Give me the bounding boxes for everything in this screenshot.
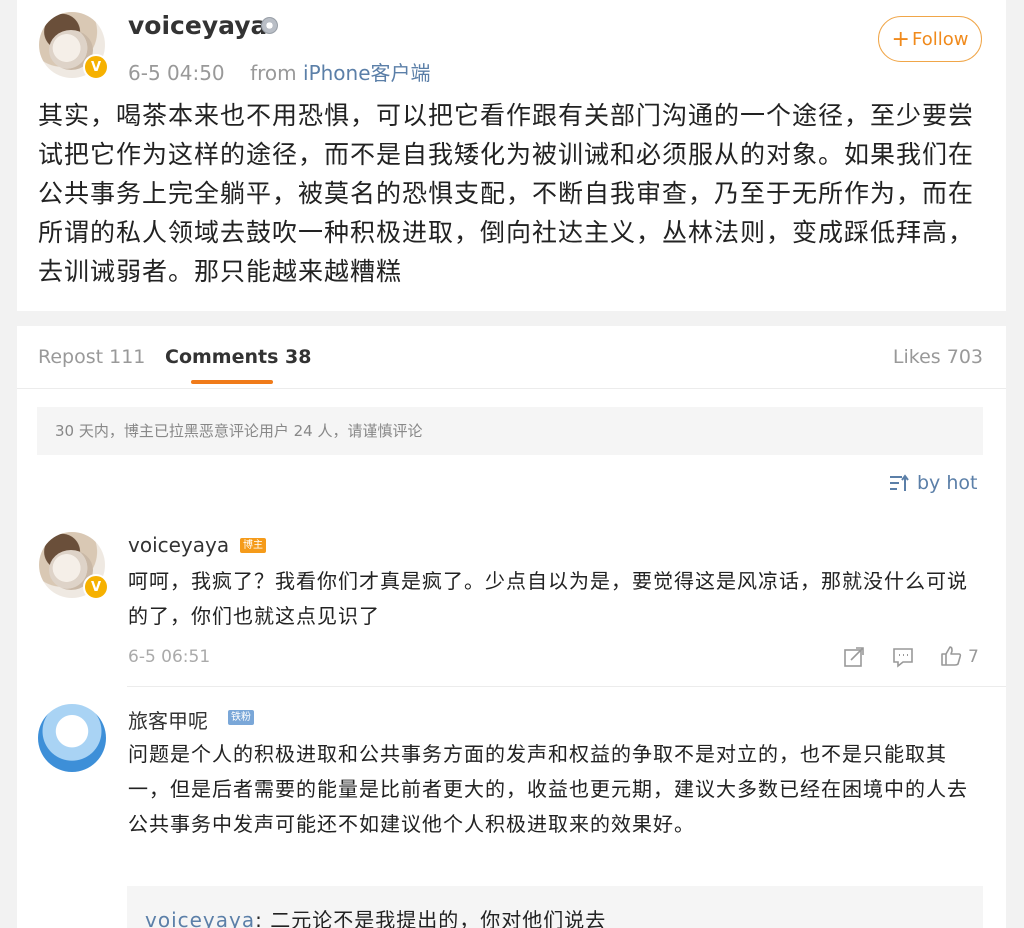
tab-comments[interactable]: Comments 38 (165, 346, 311, 368)
tabs-divider (17, 388, 1006, 389)
sort-icon (890, 474, 909, 491)
comment-text: 问题是个人的积极进取和公共事务方面的发声和权益的争取不是对立的，也不是只能取其一… (128, 742, 968, 836)
reply-username[interactable]: voiceyaya (145, 908, 255, 928)
reply-separator: : (255, 908, 271, 928)
author-avatar[interactable]: V (39, 12, 109, 80)
verified-badge-icon: V (83, 54, 109, 80)
follow-label: Follow (911, 28, 969, 50)
tab-repost[interactable]: Repost 111 (38, 346, 145, 368)
fan-tag: 铁粉 (228, 710, 254, 725)
from-label: from (250, 61, 297, 85)
comment-icon[interactable] (892, 646, 914, 668)
blocked-users-notice: 30 天内，博主已拉黑恶意评论用户 24 人，请谨慎评论 (37, 407, 983, 455)
plus-icon: + (891, 26, 910, 52)
blogger-tag: 博主 (240, 538, 266, 553)
post-body: 其实，喝茶本来也不用恐惧，可以把它看作跟有关部门沟通的一个途径，至少要尝试把它作… (38, 101, 975, 286)
medal-icon (261, 17, 278, 34)
commenter-avatar[interactable] (38, 704, 106, 772)
reply-text: voiceyaya: 二元论不是我提出的，你对他们说去 (145, 904, 606, 928)
author-name[interactable]: voiceyaya (128, 11, 267, 40)
commenter-name[interactable]: 旅客甲呢 (128, 705, 208, 734)
commenter-name[interactable]: voiceyaya (128, 533, 229, 557)
post-source[interactable]: iPhone客户端 (303, 61, 431, 85)
post-time: 6-5 04:50 (128, 61, 225, 85)
comment-divider (127, 686, 1006, 687)
like-count: 7 (968, 647, 979, 667)
share-icon[interactable] (843, 646, 865, 668)
sort-label: by hot (917, 472, 978, 494)
follow-button[interactable]: + Follow (878, 16, 982, 62)
comments-card: Repost 111 Comments 38 Likes 703 30 天内，博… (17, 326, 1006, 928)
post-meta: 6-5 04:50 from iPhone客户端 (128, 57, 431, 86)
active-tab-indicator (191, 380, 273, 384)
comment-time: 6-5 06:51 (128, 647, 211, 667)
reply-preview[interactable]: voiceyaya: 二元论不是我提出的，你对他们说去 (127, 886, 983, 928)
post-card: V voiceyaya 6-5 04:50 from iPhone客户端 + F… (17, 0, 1006, 311)
sort-by-hot-button[interactable]: by hot (889, 472, 977, 494)
reply-content: 二元论不是我提出的，你对他们说去 (270, 908, 607, 928)
thumbs-up-icon[interactable] (940, 645, 962, 667)
commenter-avatar[interactable]: V (39, 532, 109, 600)
tab-likes[interactable]: Likes 703 (893, 346, 983, 368)
verified-badge-icon: V (83, 574, 109, 600)
comment-text: 呵呵，我疯了？我看你们才真是疯了。少点自以为是，要觉得这是风凉话，那就没什么可说… (128, 569, 968, 628)
